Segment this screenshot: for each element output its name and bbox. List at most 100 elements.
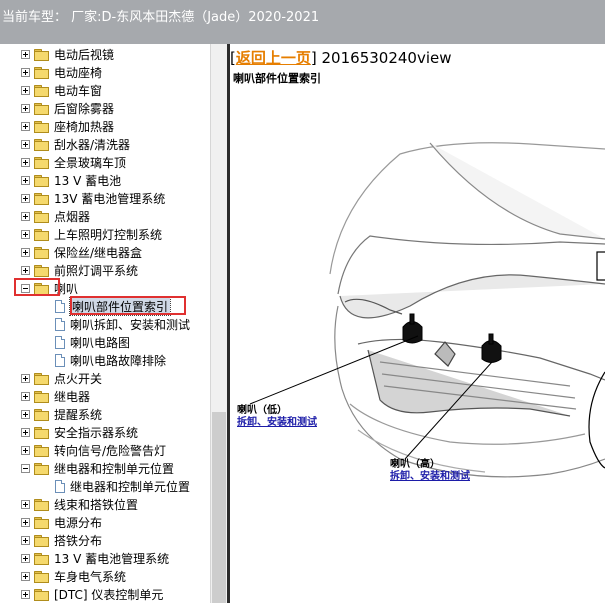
expand-plus-icon[interactable] — [21, 427, 30, 437]
expand-plus-icon[interactable] — [21, 67, 30, 77]
callout-horn-high-link[interactable]: 拆卸、安装和测试 — [390, 471, 470, 483]
tree-folder-item[interactable]: 上车照明灯控制系统 — [21, 225, 162, 243]
tree-folder-item[interactable]: 转向信号/危险警告灯 — [21, 441, 166, 459]
tree-item-label[interactable]: 全景玻璃车顶 — [54, 154, 126, 171]
tree-folder-item[interactable]: 座椅加热器 — [21, 117, 114, 135]
tree-doc-item[interactable]: 喇叭电路图 — [55, 333, 130, 351]
expand-plus-icon[interactable] — [21, 535, 30, 545]
tree-folder-item[interactable]: 电动车窗 — [21, 81, 102, 99]
expand-plus-icon[interactable] — [21, 265, 30, 275]
tree-scrollbar-thumb[interactable] — [212, 412, 226, 603]
tree-item-label[interactable]: 后窗除雾器 — [54, 100, 114, 117]
expand-plus-icon[interactable] — [21, 85, 30, 95]
folder-icon — [34, 570, 49, 583]
tree-folder-item[interactable]: 继电器 — [21, 387, 90, 405]
tree-item-label[interactable]: 电动车窗 — [54, 82, 102, 99]
expand-plus-icon[interactable] — [21, 517, 30, 527]
tree-item-label[interactable]: 继电器和控制单元位置 — [54, 460, 174, 477]
tree-folder-item[interactable]: 点烟器 — [21, 207, 90, 225]
tree-doc-item[interactable]: 继电器和控制单元位置 — [55, 477, 190, 495]
document-icon — [55, 353, 65, 367]
folder-icon — [34, 426, 49, 439]
expand-plus-icon[interactable] — [21, 139, 30, 149]
tree-doc-item[interactable]: 喇叭拆卸、安装和测试 — [55, 315, 190, 333]
expand-plus-icon[interactable] — [21, 409, 30, 419]
expand-plus-icon[interactable] — [21, 247, 30, 257]
expand-plus-icon[interactable] — [21, 571, 30, 581]
tree-folder-item[interactable]: 刮水器/清洗器 — [21, 135, 130, 153]
tree-folder-item[interactable]: 前照灯调平系统 — [21, 261, 138, 279]
tree-item-label[interactable]: 电动座椅 — [54, 64, 102, 81]
tree-folder-item[interactable]: 13 V 蓄电池 — [21, 171, 121, 189]
expand-plus-icon[interactable] — [21, 553, 30, 563]
expand-plus-icon[interactable] — [21, 49, 30, 59]
tree-folder-item[interactable]: 保险丝/继电器盒 — [21, 243, 142, 261]
tree-item-label[interactable]: [DTC] 仪表控制单元 — [54, 586, 163, 603]
tree-folder-item[interactable]: 电动座椅 — [21, 63, 102, 81]
tree-item-label[interactable]: 继电器和控制单元位置 — [70, 478, 190, 495]
expand-plus-icon[interactable] — [21, 391, 30, 401]
folder-icon — [34, 66, 49, 79]
tree-item-label[interactable]: 喇叭电路故障排除 — [70, 352, 166, 369]
tree-folder-item[interactable]: 13 V 蓄电池管理系统 — [21, 549, 169, 567]
tree-item-label[interactable]: 刮水器/清洗器 — [54, 136, 130, 153]
tree-item-label[interactable]: 转向信号/危险警告灯 — [54, 442, 166, 459]
folder-icon — [34, 48, 49, 61]
tree-item-label[interactable]: 保险丝/继电器盒 — [54, 244, 142, 261]
expand-plus-icon[interactable] — [21, 229, 30, 239]
expand-plus-icon[interactable] — [21, 499, 30, 509]
tree-folder-item[interactable]: 车身电气系统 — [21, 567, 126, 585]
tree-folder-item[interactable]: 后窗除雾器 — [21, 99, 114, 117]
tree-folder-item[interactable]: [DTC] 仪表控制单元 — [21, 585, 163, 603]
tree-item-label[interactable]: 座椅加热器 — [54, 118, 114, 135]
tree-item-label[interactable]: 线束和搭铁位置 — [54, 496, 138, 513]
tree-item-label[interactable]: 提醒系统 — [54, 406, 102, 423]
tree-item-label[interactable]: 13 V 蓄电池 — [54, 172, 121, 189]
expand-plus-icon[interactable] — [21, 103, 30, 113]
tree-folder-item[interactable]: 提醒系统 — [21, 405, 102, 423]
navigation-tree[interactable]: 电动后视镜 电动座椅 电动车窗 后窗除雾器 座椅加热器 刮水器/清洗器 全景玻璃车顶 13 V… — [0, 44, 210, 603]
tree-item-label[interactable]: 13 V 蓄电池管理系统 — [54, 550, 169, 567]
tree-item-label[interactable]: 喇叭拆卸、安装和测试 — [70, 316, 190, 333]
tree-item-label[interactable]: 安全指示器系统 — [54, 424, 138, 441]
expand-plus-icon[interactable] — [21, 157, 30, 167]
tree-item-label[interactable]: 电动后视镜 — [54, 46, 114, 63]
tree-folder-item[interactable]: 电源分布 — [21, 513, 102, 531]
expand-plus-icon[interactable] — [21, 373, 30, 383]
expand-plus-icon[interactable] — [21, 211, 30, 221]
folder-icon — [34, 264, 49, 277]
tree-item-label[interactable]: 点烟器 — [54, 208, 90, 225]
tree-item-label[interactable]: 继电器 — [54, 388, 90, 405]
folder-icon — [34, 246, 49, 259]
folder-icon — [34, 138, 49, 151]
expand-plus-icon[interactable] — [21, 121, 30, 131]
tree-item-label[interactable]: 点火开关 — [54, 370, 102, 387]
folder-icon — [34, 84, 49, 97]
tree-folder-item[interactable]: 13V 蓄电池管理系统 — [21, 189, 165, 207]
tree-item-label[interactable]: 喇叭电路图 — [70, 334, 130, 351]
tree-doc-item[interactable]: 喇叭电路故障排除 — [55, 351, 166, 369]
tree-item-label[interactable]: 上车照明灯控制系统 — [54, 226, 162, 243]
expand-plus-icon[interactable] — [21, 589, 30, 599]
tree-item-label[interactable]: 前照灯调平系统 — [54, 262, 138, 279]
tree-folder-item[interactable]: 线束和搭铁位置 — [21, 495, 138, 513]
tree-item-label[interactable]: 电源分布 — [54, 514, 102, 531]
tree-item-label[interactable]: 搭铁分布 — [54, 532, 102, 549]
tree-scrollbar[interactable] — [210, 44, 227, 603]
expand-plus-icon[interactable] — [21, 445, 30, 455]
tree-folder-item[interactable]: 点火开关 — [21, 369, 102, 387]
document-icon — [55, 335, 65, 349]
tree-folder-item[interactable]: 全景玻璃车顶 — [21, 153, 126, 171]
callout-horn-low-link[interactable]: 拆卸、安装和测试 — [237, 417, 317, 429]
tree-folder-item[interactable]: 安全指示器系统 — [21, 423, 138, 441]
tree-folder-item[interactable]: 继电器和控制单元位置 — [21, 459, 174, 477]
tree-folder-item[interactable]: 搭铁分布 — [21, 531, 102, 549]
collapse-minus-icon[interactable] — [21, 463, 30, 473]
highlight-box-selected-item — [70, 296, 186, 315]
document-icon — [55, 479, 65, 493]
tree-item-label[interactable]: 车身电气系统 — [54, 568, 126, 585]
expand-plus-icon[interactable] — [21, 175, 30, 185]
tree-item-label[interactable]: 13V 蓄电池管理系统 — [54, 190, 165, 207]
expand-plus-icon[interactable] — [21, 193, 30, 203]
tree-folder-item[interactable]: 电动后视镜 — [21, 45, 114, 63]
